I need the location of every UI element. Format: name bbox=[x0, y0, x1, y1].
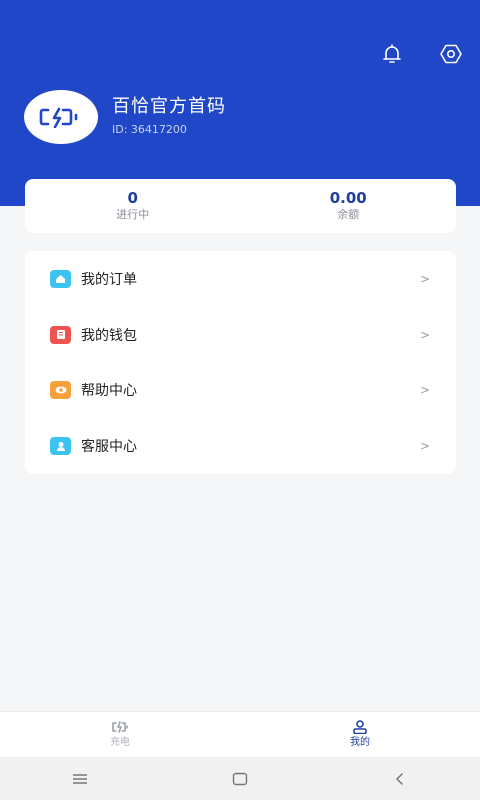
home-icon bbox=[232, 772, 248, 785]
profile-header: 百恰官方首码 ID: 36417200 bbox=[0, 0, 480, 206]
order-icon bbox=[50, 269, 71, 288]
chevron-right-icon: > bbox=[419, 383, 430, 398]
stat-value: 0.00 bbox=[329, 189, 367, 207]
menu-item-label: 帮助中心 bbox=[81, 383, 137, 400]
menu-item-customer-service[interactable]: 客服中心 > bbox=[25, 418, 456, 474]
gear-icon[interactable] bbox=[439, 42, 463, 66]
menu-icon bbox=[73, 773, 87, 784]
menu-item-label: 我的钱包 bbox=[81, 327, 137, 344]
chevron-right-icon: > bbox=[419, 439, 430, 454]
user-name: 百恰官方首码 bbox=[112, 96, 226, 117]
menu-item-orders[interactable]: 我的订单 > bbox=[25, 251, 456, 307]
system-nav-bar bbox=[0, 757, 480, 800]
stat-label: 进行中 bbox=[116, 208, 150, 221]
stats-card: 0 进行中 0.00 余额 bbox=[25, 179, 456, 233]
stat-value: 0 bbox=[127, 189, 138, 207]
charge-icon bbox=[112, 720, 128, 733]
stat-balance[interactable]: 0.00 余额 bbox=[241, 179, 457, 233]
tab-label: 充电 bbox=[110, 736, 130, 748]
wallet-icon bbox=[50, 325, 71, 344]
menu-item-wallet[interactable]: 我的钱包 > bbox=[25, 307, 456, 363]
recents-button[interactable] bbox=[0, 757, 160, 800]
menu-item-label: 我的订单 bbox=[81, 271, 137, 288]
chevron-right-icon: > bbox=[419, 271, 430, 286]
tab-label: 我的 bbox=[350, 736, 370, 748]
user-id: ID: 36417200 bbox=[112, 123, 187, 136]
menu-item-help[interactable]: 帮助中心 > bbox=[25, 363, 456, 419]
stat-in-progress[interactable]: 0 进行中 bbox=[25, 179, 241, 233]
menu-item-label: 客服中心 bbox=[81, 439, 137, 456]
home-button[interactable] bbox=[160, 757, 320, 800]
chevron-right-icon: > bbox=[419, 327, 430, 342]
help-icon bbox=[50, 381, 71, 400]
back-icon bbox=[396, 772, 403, 785]
profile-icon bbox=[353, 719, 367, 734]
stat-label: 余额 bbox=[337, 208, 360, 221]
bottom-tab-bar: 充电 我的 bbox=[0, 711, 480, 757]
charger-logo-icon bbox=[39, 107, 78, 128]
tab-profile[interactable]: 我的 bbox=[240, 712, 480, 757]
menu-list: 我的订单 > 我的钱包 > 帮助中心 > 客服中心 > bbox=[25, 251, 456, 474]
tab-charge[interactable]: 充电 bbox=[0, 712, 240, 757]
avatar[interactable] bbox=[24, 90, 98, 144]
customer-service-icon bbox=[50, 437, 71, 456]
back-button[interactable] bbox=[320, 757, 480, 800]
bell-icon[interactable] bbox=[380, 42, 404, 66]
